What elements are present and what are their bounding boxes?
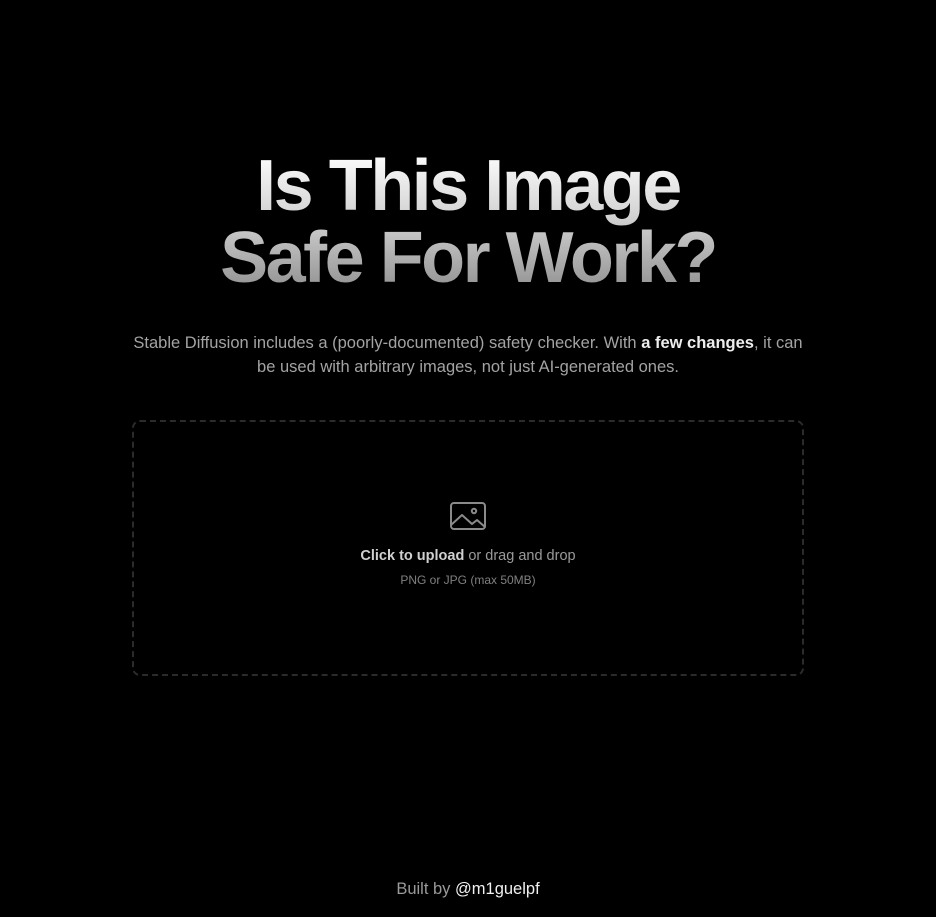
image-icon: [450, 502, 486, 530]
subtitle-text-before: Stable Diffusion includes a (poorly-docu…: [133, 334, 642, 352]
footer: Built by @m1guelpf: [0, 878, 936, 900]
author-link[interactable]: @m1guelpf: [455, 880, 540, 898]
footer-prefix: Built by: [396, 880, 456, 898]
page-title: Is This Image Safe For Work?: [0, 150, 936, 294]
click-to-upload-label[interactable]: Click to upload: [360, 548, 464, 564]
drag-drop-label: or drag and drop: [464, 548, 576, 564]
title-line-1: Is This Image: [256, 146, 680, 226]
hero: Is This Image Safe For Work?: [0, 150, 936, 294]
subtitle: Stable Diffusion includes a (poorly-docu…: [130, 331, 806, 379]
upload-instructions: Click to upload or drag and drop: [360, 546, 575, 566]
file-type-hint: PNG or JPG (max 50MB): [400, 573, 536, 587]
upload-dropzone[interactable]: Click to upload or drag and drop PNG or …: [132, 420, 804, 676]
few-changes-link[interactable]: a few changes: [641, 334, 754, 352]
title-line-2: Safe For Work?: [220, 218, 716, 298]
